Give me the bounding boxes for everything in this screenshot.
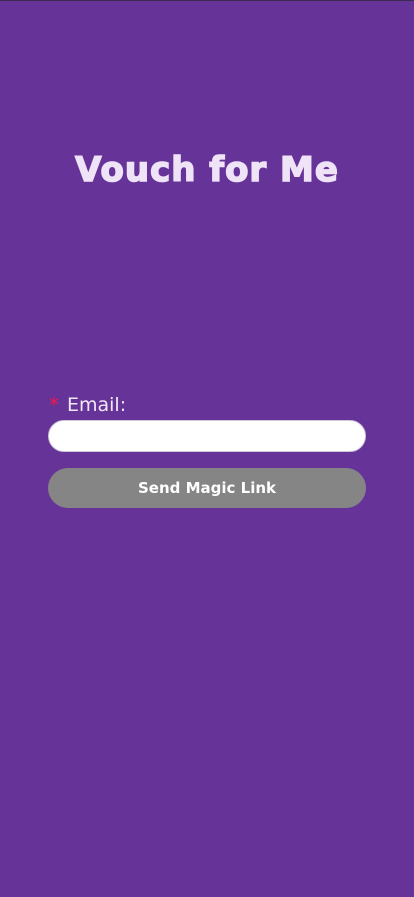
required-marker: * bbox=[49, 393, 59, 417]
top-divider bbox=[0, 0, 414, 1]
email-field[interactable] bbox=[48, 420, 366, 452]
login-form: * Email: Send Magic Link bbox=[48, 392, 366, 508]
email-label-row: * Email: bbox=[48, 392, 366, 418]
app-title: Vouch for Me bbox=[74, 149, 339, 191]
email-label: Email: bbox=[67, 394, 127, 416]
send-magic-link-button[interactable]: Send Magic Link bbox=[48, 468, 366, 508]
